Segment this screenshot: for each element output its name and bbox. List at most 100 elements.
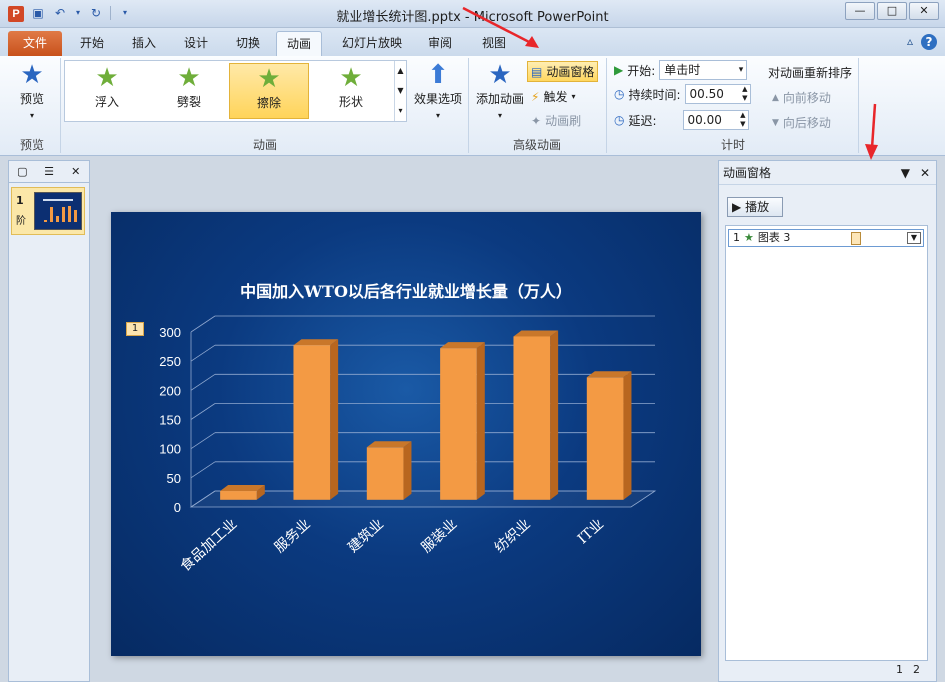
slide-thumbnail-1[interactable]: 1 阶: [11, 187, 85, 235]
chevron-down-icon: ▾: [435, 111, 440, 120]
slides-panel: ▢ ☰ ✕ 1 阶: [8, 160, 90, 682]
y-tick-label: 250: [159, 354, 181, 369]
duration-input[interactable]: 00.50 ▲ ▼: [684, 84, 751, 104]
animation-pane-label: 动画窗格: [546, 65, 595, 79]
star-icon: ★: [257, 64, 281, 94]
tab-home[interactable]: 开始: [70, 31, 114, 56]
gridline-side: [190, 461, 216, 479]
slides-tab-icon[interactable]: ▢: [9, 161, 36, 182]
star-icon: ★: [95, 63, 119, 93]
gallery-item-label: 浮入: [94, 95, 119, 109]
group-separator: [60, 58, 61, 153]
animation-float-in[interactable]: ★ 浮入: [67, 63, 147, 119]
minimize-button[interactable]: —: [845, 2, 875, 20]
tab-file[interactable]: 文件: [8, 31, 62, 56]
painter-icon: ✦: [531, 113, 542, 128]
spinner-icon[interactable]: ▲ ▼: [740, 111, 745, 129]
bar-side: [403, 441, 412, 500]
chevron-down-icon[interactable]: ▼: [907, 232, 921, 244]
y-tick-label: 200: [159, 383, 181, 398]
delay-input[interactable]: 00.00 ▲ ▼: [682, 110, 749, 130]
delay-value: 00.00: [687, 113, 722, 127]
duration-row: ◷ 持续时间: 00.50 ▲ ▼: [614, 84, 751, 104]
animation-pane-footer: 1 2: [725, 663, 928, 679]
footer-page-1[interactable]: 1: [896, 663, 903, 679]
close-button[interactable]: ✕: [909, 2, 939, 20]
group-separator: [606, 58, 607, 153]
slide-canvas[interactable]: 1 中国加入WTO以后各行业就业增长量（万人） 0 50 100 150 200 250 3…: [111, 212, 701, 656]
x-tick-label: 食品加工业: [177, 515, 240, 574]
chevron-down-icon: ▾: [29, 111, 34, 120]
x-tick-label: 服装业: [418, 516, 460, 556]
gridline-side: [190, 315, 216, 333]
play-button[interactable]: ▶ 播放: [727, 197, 783, 217]
start-label: 开始:: [627, 63, 656, 78]
star-icon: ★: [744, 231, 754, 244]
footer-page-2[interactable]: 2: [913, 663, 920, 679]
triangle-down-icon: ▼: [772, 117, 779, 128]
tab-design[interactable]: 设计: [174, 31, 218, 56]
play-icon: ▶: [614, 63, 624, 77]
gallery-item-label: 劈裂: [176, 95, 201, 109]
effect-options-button[interactable]: ⬆ 效果选项 ▾: [410, 60, 466, 121]
animation-pane-header: 动画窗格 ▼ ✕: [719, 161, 936, 185]
outline-tab-icon[interactable]: ☰: [36, 161, 63, 182]
move-later-button[interactable]: ▼ 向后移动: [772, 114, 831, 131]
animation-pane-button[interactable]: ▤ 动画窗格: [527, 61, 599, 82]
maximize-button[interactable]: □: [877, 2, 907, 20]
tab-insert[interactable]: 插入: [122, 31, 166, 56]
delay-clock-icon: ◷: [614, 113, 625, 127]
gallery-more-icon[interactable]: ▾: [395, 101, 406, 121]
red-annotation-arrow: [865, 103, 878, 160]
add-animation-button[interactable]: ★ 添加动画 ▾: [472, 60, 528, 121]
tab-transitions[interactable]: 切换: [226, 31, 270, 56]
slide-sub-label: 阶: [16, 216, 26, 227]
group-label-advanced: 高级动画: [512, 138, 561, 152]
thumbnail-chart-icon: [43, 199, 77, 222]
tab-slideshow[interactable]: 幻灯片放映: [332, 31, 412, 56]
x-tick-label: 建筑业: [345, 516, 387, 556]
animation-split[interactable]: ★ 劈裂: [149, 63, 229, 119]
preview-button[interactable]: ★ 预览 ▾: [10, 60, 54, 121]
close-panel-icon[interactable]: ✕: [62, 161, 89, 182]
play-label: 播放: [745, 200, 770, 214]
slide-number: 1: [16, 194, 24, 207]
y-tick-label: 150: [159, 413, 181, 428]
y-tick-label: 0: [174, 500, 181, 515]
bar-chart[interactable]: 0 50 100 150 200 250 300 食品加工业 服务业 建筑业 服装业 纺织业 IT业: [111, 212, 701, 656]
timeline-bar: [851, 232, 861, 245]
collapse-ribbon-icon[interactable]: ▵: [907, 34, 913, 50]
animation-wipe[interactable]: ★ 擦除: [229, 63, 309, 119]
animation-painter-button[interactable]: ✦ 动画刷: [531, 112, 581, 129]
ribbon-right-controls: ▵ ?: [907, 34, 937, 50]
start-select[interactable]: 单击时 ▾: [659, 60, 748, 80]
bar: [293, 345, 331, 500]
help-icon[interactable]: ?: [921, 34, 937, 50]
reorder-title: 对动画重新排序: [768, 66, 853, 80]
animation-shape[interactable]: ★ 形状: [311, 63, 391, 119]
x-tick-label: 纺织业: [492, 516, 534, 556]
animation-list-item[interactable]: 1 ★ 图表 3 ▼: [728, 229, 924, 247]
scroll-up-icon[interactable]: ▲: [395, 61, 406, 81]
x-tick-label: IT业: [575, 516, 607, 547]
scroll-down-icon[interactable]: ▼: [395, 81, 406, 101]
add-star-icon: ★: [488, 60, 512, 90]
add-animation-label: 添加动画: [475, 92, 524, 106]
close-icon[interactable]: ✕: [920, 161, 930, 185]
gallery-scrollbar[interactable]: ▲ ▼ ▾: [394, 61, 406, 121]
tab-animations[interactable]: 动画: [276, 31, 323, 56]
chevron-down-icon: ▾: [571, 92, 576, 101]
lightning-icon: ⚡: [531, 89, 540, 104]
preview-label: 预览: [19, 92, 44, 106]
move-earlier-button[interactable]: ▲ 向前移动: [772, 89, 831, 106]
spinner-icon[interactable]: ▲ ▼: [742, 85, 747, 103]
bar-side: [623, 371, 632, 500]
move-earlier-label: 向前移动: [782, 91, 831, 105]
pane-options-icon[interactable]: ▼: [901, 161, 910, 185]
move-later-label: 向后移动: [782, 116, 831, 130]
ribbon: ★ 预览 ▾ 预览 ★ 浮入 ★ 劈裂 ★ 擦除 ★ 形状 ▲ ▼ ▾ ⬆ 效果…: [0, 56, 945, 156]
duration-value: 00.50: [689, 87, 724, 101]
star-icon: ★: [177, 63, 201, 93]
trigger-button[interactable]: ⚡ 触发 ▾: [531, 88, 575, 105]
y-tick-label: 100: [159, 442, 181, 457]
